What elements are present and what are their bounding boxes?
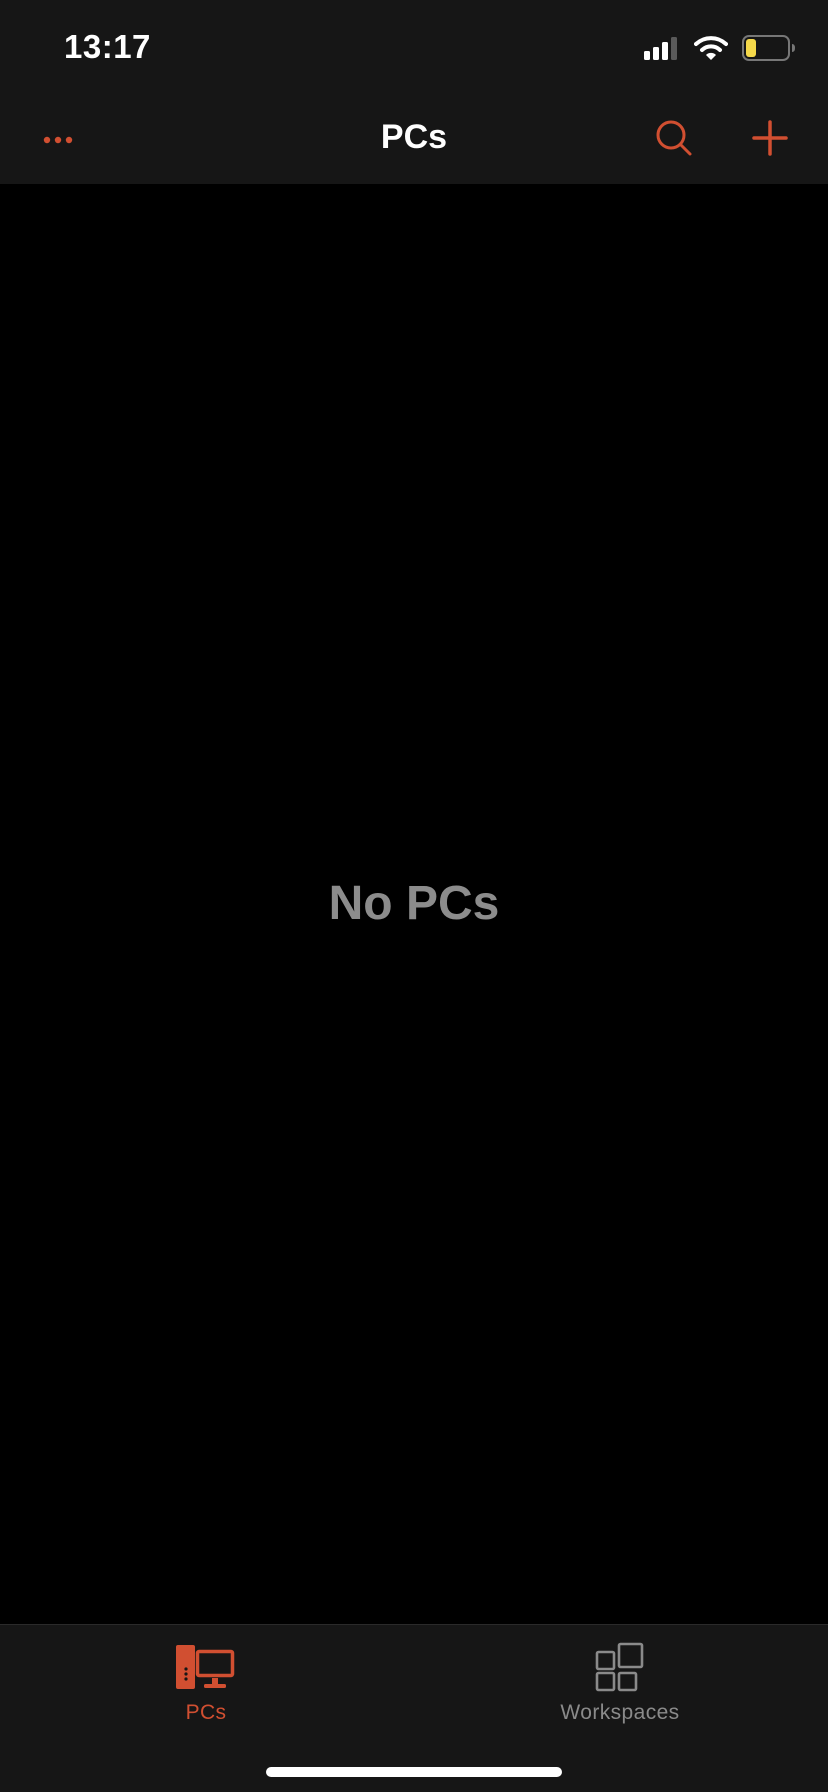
tab-pcs-label: PCs (185, 1701, 227, 1724)
page-title: PCs (380, 118, 448, 156)
pc-icon (175, 1637, 237, 1697)
wifi-icon (694, 35, 728, 66)
battery-icon (742, 34, 796, 66)
search-button[interactable] (646, 112, 702, 168)
home-indicator[interactable] (266, 1767, 562, 1777)
signal-icon (644, 36, 680, 65)
status-time: 13:17 (64, 28, 151, 65)
workspaces-icon (595, 1637, 645, 1697)
tab-bar: PCs Workspaces (0, 1624, 828, 1792)
tab-workspaces[interactable]: Workspaces (520, 1637, 720, 1737)
status-bar: 13:17 (0, 0, 828, 96)
main-content: No PCs (0, 184, 828, 1624)
empty-state-message: No PCs (328, 877, 500, 930)
status-icons (644, 34, 796, 66)
add-button[interactable] (742, 112, 798, 168)
tab-pcs[interactable]: PCs (106, 1637, 306, 1737)
navigation-bar: PCs (0, 96, 828, 184)
search-icon (655, 119, 693, 162)
add-icon (752, 119, 788, 161)
tab-workspaces-label: Workspaces (560, 1701, 680, 1724)
